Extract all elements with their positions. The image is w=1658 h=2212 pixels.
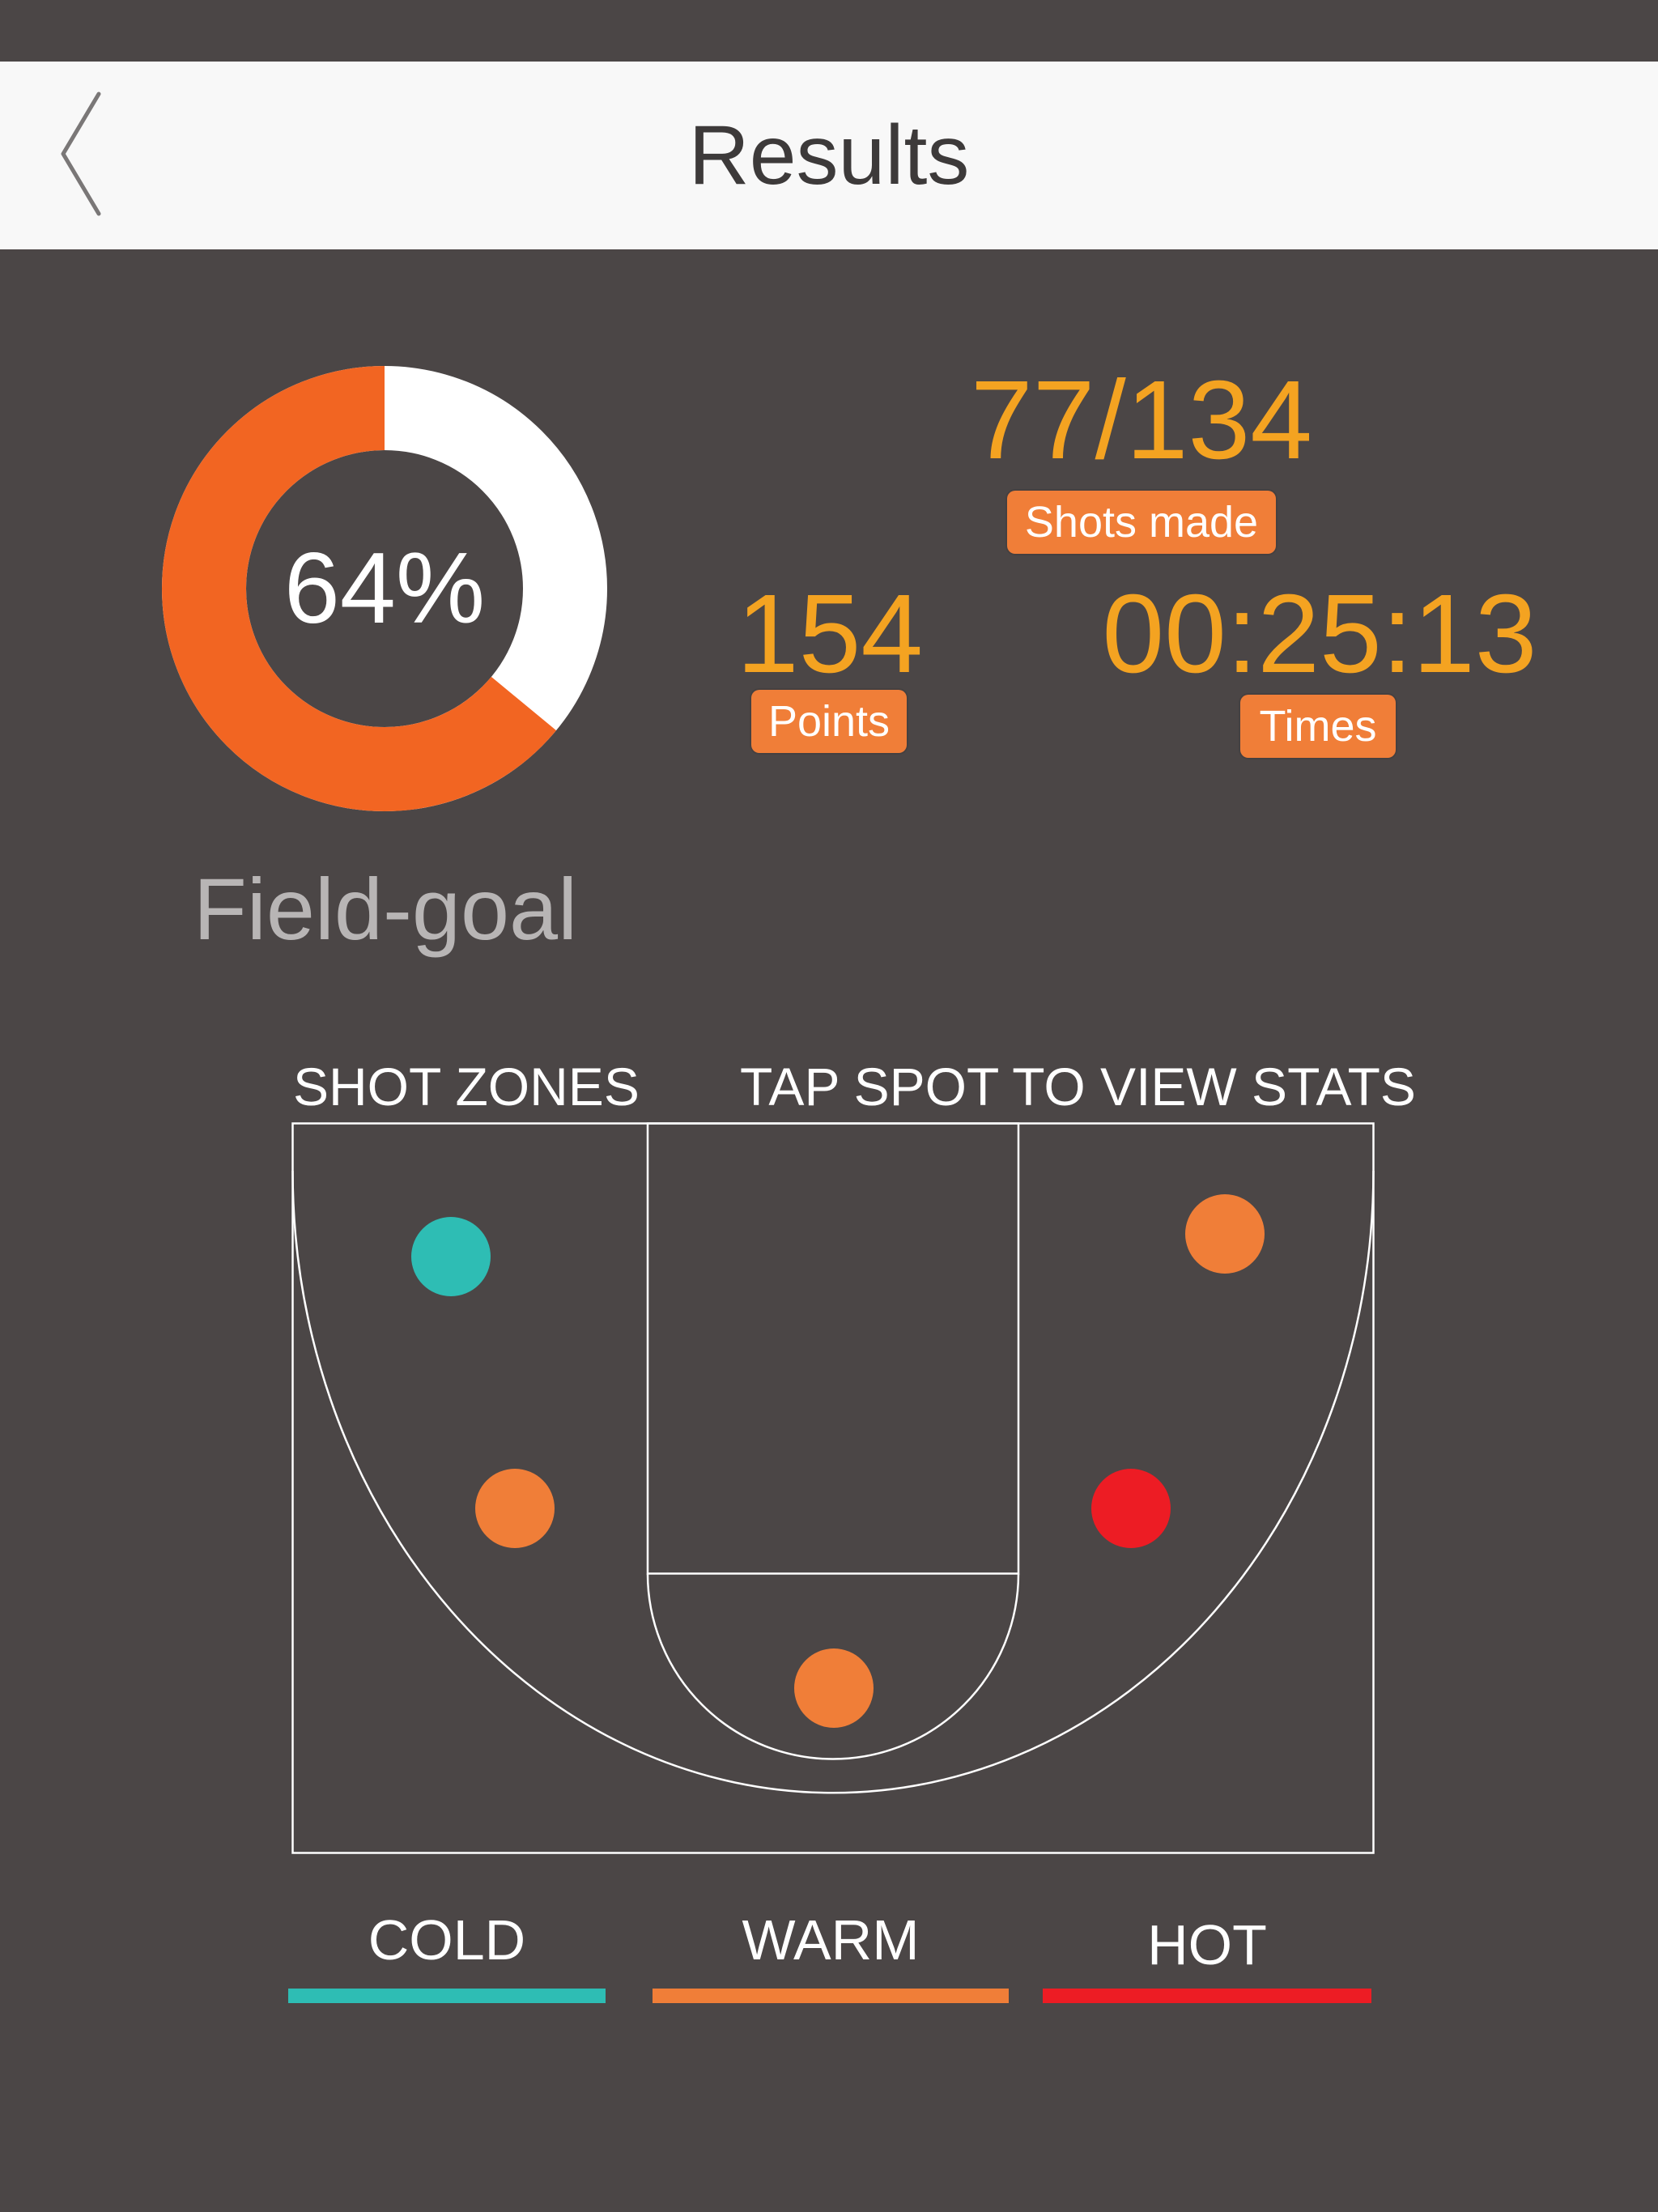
points-value: 154	[736, 572, 924, 696]
status-bar	[0, 0, 1658, 62]
results-screen: Results 64% Field-goal 77/134 Shots made…	[0, 0, 1658, 2212]
legend-cold-label: COLD	[368, 1908, 526, 1972]
shot-spot-right-corner[interactable]	[1185, 1194, 1265, 1274]
time-badge: Times	[1240, 695, 1396, 758]
basketball-court	[291, 1122, 1375, 1854]
legend-hot: HOT	[1043, 1908, 1371, 2005]
points-badge: Points	[751, 690, 907, 753]
field-goal-caption: Field-goal	[193, 860, 578, 958]
legend-hot-label: HOT	[1147, 1913, 1267, 1976]
shots-made-value: 77/134	[970, 358, 1313, 483]
legend-hot-bar	[1043, 1989, 1371, 2003]
shot-spot-left-wing[interactable]	[475, 1469, 555, 1548]
legend-warm: WARM	[653, 1908, 1009, 2005]
legend-warm-bar	[653, 1989, 1009, 2003]
shot-spot-right-wing[interactable]	[1091, 1469, 1171, 1548]
legend-warm-label: WARM	[742, 1908, 920, 1972]
page-title: Results	[688, 108, 970, 202]
shot-zones-title: SHOT ZONES	[293, 1057, 640, 1117]
field-goal-percent: 64%	[283, 533, 486, 644]
shot-spot-left-corner[interactable]	[411, 1217, 491, 1296]
shots-made-badge: Shots made	[1007, 491, 1276, 554]
shot-spot-top-key[interactable]	[794, 1648, 874, 1728]
legend-cold-bar	[288, 1989, 606, 2003]
legend-cold: COLD	[288, 1908, 606, 2005]
time-value: 00:25:13	[1102, 572, 1537, 696]
tap-spot-hint: TAP SPOT TO VIEW STATS	[740, 1057, 1416, 1117]
paint-lane	[646, 1122, 1020, 1575]
